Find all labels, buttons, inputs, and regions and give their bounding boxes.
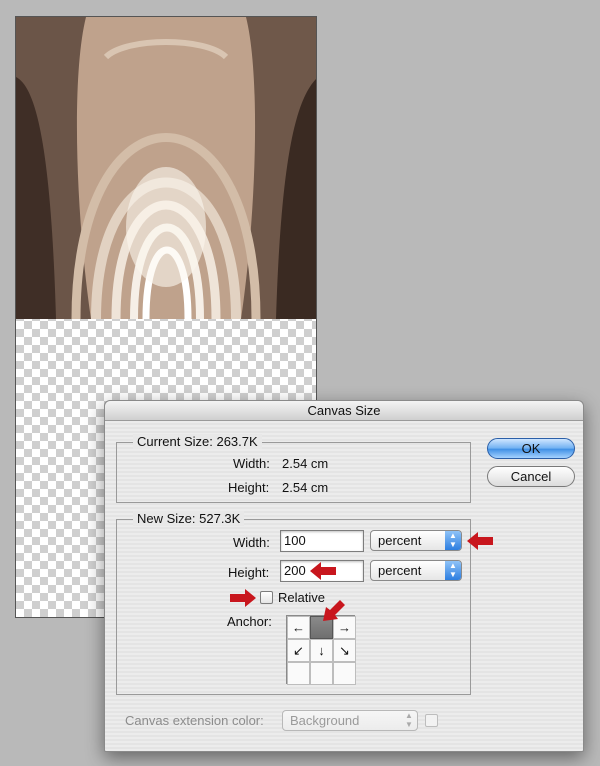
extension-color-value: Background [290, 713, 360, 728]
annotation-arrow-height-input [310, 562, 336, 580]
extension-color-select[interactable]: Background ▲ ▼ [282, 710, 418, 731]
current-size-label: Current Size: 263.7K [133, 434, 262, 449]
current-height-label: Height: [228, 480, 270, 495]
annotation-arrow-anchor [323, 600, 345, 621]
extension-color-swatch[interactable] [425, 714, 438, 727]
anchor-middle-right[interactable]: ↘ [333, 639, 356, 662]
anchor-bottom-left[interactable] [287, 662, 310, 685]
arrow-down-left-icon: ↙ [293, 642, 304, 658]
dialog-title: Canvas Size [105, 401, 583, 421]
extension-color-stepper-icon: ▲ ▼ [405, 711, 413, 729]
anchor-middle-center[interactable]: ↓ [310, 639, 333, 662]
ok-button[interactable]: OK [487, 438, 575, 459]
annotation-arrow-width-unit [467, 532, 493, 550]
height-unit-value: percent [378, 563, 422, 578]
extension-color-label: Canvas extension color: [125, 713, 264, 728]
width-unit-value: percent [378, 533, 422, 548]
canvas-size-dialog: Canvas Size Current Size: 263.7K Width: … [104, 400, 584, 752]
height-unit-stepper-icon: ▲ ▼ [445, 561, 461, 580]
width-input[interactable]: 100 [280, 530, 364, 552]
anchor-middle-left[interactable]: ↙ [287, 639, 310, 662]
new-width-label: Width: [233, 535, 270, 550]
width-unit-stepper-icon: ▲ ▼ [445, 531, 461, 550]
anchor-top-left[interactable]: ← [287, 616, 310, 639]
new-size-label: New Size: 527.3K [133, 511, 245, 526]
width-unit-select[interactable]: percent ▲ ▼ [370, 530, 462, 551]
annotation-arrow-relative [230, 589, 256, 607]
arrow-left-icon: ← [292, 620, 305, 635]
arrow-down-right-icon: ↘ [339, 642, 350, 658]
relative-checkbox[interactable] [260, 591, 273, 604]
current-width-value: 2.54 cm [282, 456, 329, 471]
relative-label[interactable]: Relative [278, 590, 325, 605]
arrow-down-icon: ↓ [318, 643, 325, 658]
new-height-label: Height: [228, 565, 270, 580]
arches-image [16, 17, 316, 319]
anchor-label: Anchor: [227, 614, 272, 629]
current-width-label: Width: [233, 456, 270, 471]
height-unit-select[interactable]: percent ▲ ▼ [370, 560, 462, 581]
cancel-button[interactable]: Cancel [487, 466, 575, 487]
photo-layer [16, 17, 316, 319]
anchor-bottom-right[interactable] [333, 662, 356, 685]
anchor-grid: ← → ↙ ↓ ↘ [286, 615, 356, 685]
anchor-bottom-center[interactable] [310, 662, 333, 685]
current-height-value: 2.54 cm [282, 480, 329, 495]
